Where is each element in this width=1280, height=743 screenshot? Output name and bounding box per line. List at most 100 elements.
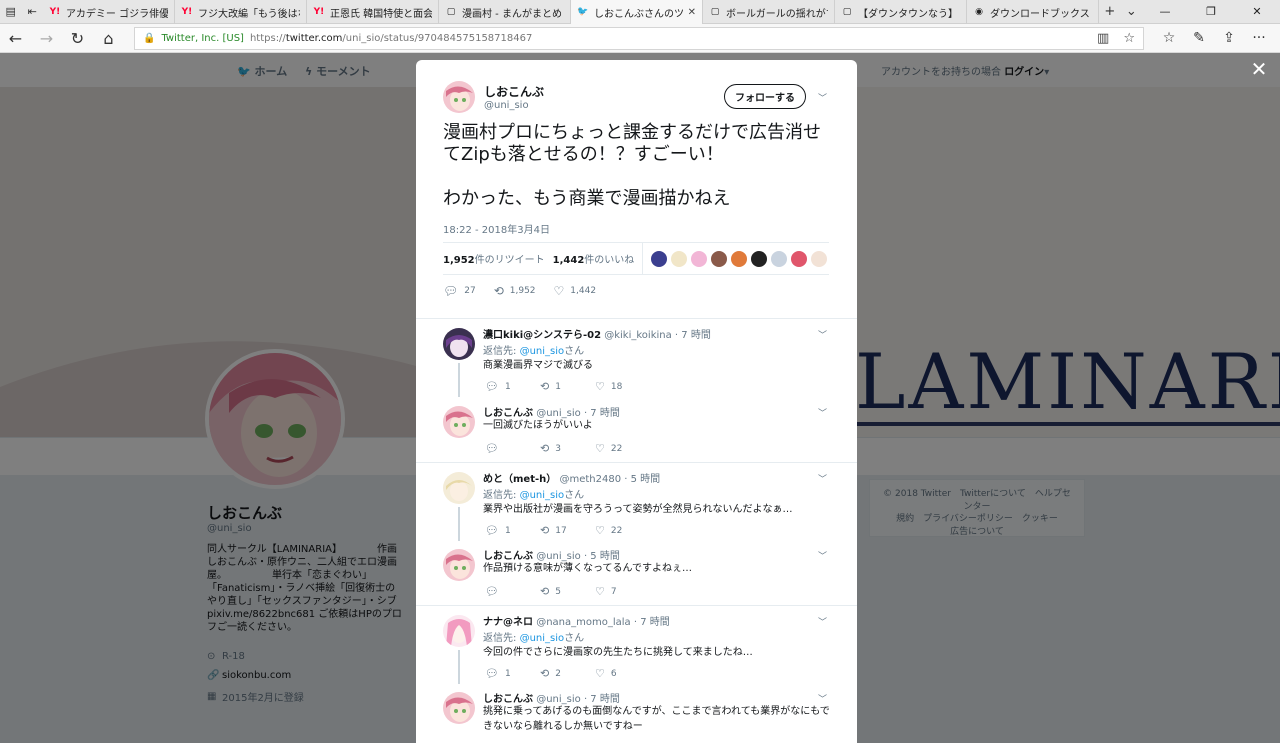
reply-author-name[interactable]: ナナ@ネロ — [483, 617, 533, 628]
reply-author-handle[interactable]: @nana_momo_lala — [536, 617, 630, 628]
chevron-down-icon[interactable]: ﹀ — [818, 615, 827, 628]
reply-action[interactable]: 💬︎ 1 — [485, 667, 540, 680]
heart-icon: ♡ — [595, 524, 605, 537]
reply-time[interactable]: · 7 時間 — [634, 617, 670, 628]
chevron-down-icon[interactable]: ﹀ — [818, 91, 827, 104]
follow-button[interactable]: フォローする — [724, 84, 806, 109]
tweet-timestamp[interactable]: 18:22 - 2018年3月4日 — [443, 221, 550, 236]
reply-action[interactable]: 💬︎ 1 — [485, 524, 540, 537]
browser-tab[interactable]: ▢ 漫画村 - まんがまとめ・無料コ — [439, 0, 571, 24]
tweet-author-name[interactable]: しおこんぶ — [484, 83, 544, 100]
like-action[interactable]: ♡ 6 — [595, 667, 650, 680]
reply-mention[interactable]: @uni_sio — [520, 346, 565, 357]
browser-tab[interactable]: Y! アカデミー ゴジラ俳優を追悼 | — [43, 0, 175, 24]
liker-avatar[interactable] — [691, 250, 708, 267]
reply-avatar[interactable] — [443, 549, 475, 581]
share-icon[interactable]: ⇪ — [1214, 30, 1244, 46]
liker-avatar[interactable] — [771, 250, 788, 267]
liker-avatar[interactable] — [651, 250, 668, 267]
close-window-icon[interactable]: ✕ — [1234, 0, 1280, 23]
reply-avatar[interactable] — [443, 406, 475, 438]
reply-icon: 💬︎ — [485, 585, 499, 598]
reply-time[interactable]: · 5 時間 — [624, 474, 660, 485]
reply-avatar[interactable] — [443, 328, 475, 360]
reply-tweet[interactable]: ナナ@ネロ @nana_momo_lala · 7 時間 ﹀ 返信先: @uni… — [416, 606, 857, 686]
retweet-action[interactable]: ⟲ 5 — [540, 585, 595, 598]
reply-author-name[interactable]: 濃口kiki@シンステら-02 — [483, 330, 601, 341]
like-stat[interactable]: 1,442件のいいね — [553, 251, 635, 266]
liker-avatar[interactable] — [731, 250, 748, 267]
reply-tweet[interactable]: しおこんぶ @uni_sio · 5 時間 ﹀ 作品預ける意味が薄くなってるんで… — [416, 543, 857, 605]
chevron-down-icon[interactable]: ⌄ — [1121, 0, 1142, 23]
forward-icon[interactable]: → — [31, 24, 62, 53]
favorite-star-icon[interactable]: ☆ — [1123, 31, 1135, 46]
page-favicon-icon: ◉ — [975, 7, 983, 17]
reply-action[interactable]: 💬︎ 1 — [485, 380, 540, 393]
browser-tab[interactable]: ◉ ダウンロードブックス | 同人誌な — [967, 0, 1100, 24]
tab-preview-icon[interactable]: ▤ — [0, 0, 21, 23]
reply-action[interactable]: 💬︎ — [485, 585, 540, 598]
browser-tab[interactable]: ▢ ボールガールの揺れがすごい【ブ — [703, 0, 836, 24]
retweet-action[interactable]: ⟲ 1,952 — [494, 284, 536, 298]
reading-view-icon[interactable]: ▥ — [1097, 31, 1109, 46]
reply-mention[interactable]: @uni_sio — [520, 633, 565, 644]
tweet-author-handle[interactable]: @uni_sio — [484, 100, 529, 111]
reply-tweet[interactable]: しおこんぶ @uni_sio · 7 時間 ﹀ 挑発に乗ってあげるのも面倒なんで… — [416, 686, 857, 743]
browser-tab-active[interactable]: 🐦 しおこんぶさんのツイート: " ✕ — [571, 0, 704, 24]
browser-tab[interactable]: Y! 正恩氏 韓国特使と面会決定 — [307, 0, 439, 24]
liker-avatar[interactable] — [711, 250, 728, 267]
retweet-count: 1,952 — [509, 286, 536, 296]
retweet-action[interactable]: ⟲ 1 — [540, 380, 595, 393]
home-icon[interactable]: ⌂ — [93, 24, 124, 53]
like-action[interactable]: ♡ 7 — [595, 585, 650, 598]
liker-avatar[interactable] — [751, 250, 768, 267]
more-icon[interactable]: ··· — [1244, 30, 1274, 46]
retweet-action[interactable]: ⟲ 17 — [540, 524, 595, 537]
chevron-down-icon[interactable]: ﹀ — [818, 472, 827, 485]
like-action[interactable]: ♡ 18 — [595, 380, 650, 393]
reply-mention[interactable]: @uni_sio — [520, 490, 565, 501]
back-icon[interactable]: ← — [0, 24, 31, 53]
new-tab-icon[interactable]: + — [1099, 0, 1120, 23]
favorites-hub-icon[interactable]: ☆ — [1154, 30, 1184, 46]
like-action[interactable]: ♡ 22 — [595, 442, 650, 455]
address-bar[interactable]: 🔒 Twitter, Inc. [US] https://twitter.com… — [134, 26, 1144, 50]
tweet-text: 漫画村プロにちょっと課金するだけで広告消せてZipも落とせるの！？すごーい！ わ… — [443, 122, 833, 232]
reply-tweet[interactable]: 濃口kiki@シンステら-02 @kiki_koikina · 7 時間 ﹀ 返… — [416, 319, 857, 400]
refresh-icon[interactable]: ↻ — [62, 24, 93, 53]
chevron-down-icon[interactable]: ﹀ — [818, 328, 827, 341]
reply-time[interactable]: · 7 時間 — [675, 330, 711, 341]
reply-action[interactable]: 💬︎ — [485, 442, 540, 455]
reply-author-name[interactable]: めと（met-h） — [483, 474, 556, 485]
like-count: 22 — [610, 443, 623, 454]
reply-action[interactable]: 💬︎ 27 — [443, 284, 476, 298]
tweet-author-avatar[interactable] — [443, 81, 475, 113]
web-note-icon[interactable]: ✎ — [1184, 30, 1214, 46]
avatar-art — [443, 406, 475, 438]
retweet-icon: ⟲ — [540, 524, 550, 537]
like-action[interactable]: ♡ 22 — [595, 524, 650, 537]
close-tab-icon[interactable]: ✕ — [688, 7, 696, 18]
reply-author-handle[interactable]: @meth2480 — [559, 474, 621, 485]
like-action[interactable]: ♡ 1,442 — [554, 284, 597, 298]
reply-author-handle[interactable]: @kiki_koikina — [604, 330, 672, 341]
liker-avatar[interactable] — [791, 250, 808, 267]
browser-tab[interactable]: Y! フジ大改編「もう後はない」| — [175, 0, 307, 24]
retweet-action[interactable]: ⟲ 2 — [540, 667, 595, 680]
retweet-action[interactable]: ⟲ 3 — [540, 442, 595, 455]
reply-avatar[interactable] — [443, 692, 475, 724]
restore-icon[interactable]: ❐ — [1188, 0, 1234, 23]
browser-tab[interactable]: ▢ 【ダウンタウンなう】 HIKAKIN — [835, 0, 968, 24]
liker-avatar[interactable] — [811, 250, 828, 267]
minimize-icon[interactable]: — — [1142, 0, 1188, 23]
close-modal-icon[interactable]: ✕ — [1248, 57, 1270, 81]
reply-avatar[interactable] — [443, 615, 475, 647]
reply-avatar[interactable] — [443, 472, 475, 504]
retweet-stat-label: 件のリツイート — [474, 255, 545, 266]
retweet-stat[interactable]: 1,952件のリツイート — [443, 251, 545, 266]
set-aside-tabs-icon[interactable]: ⇤ — [21, 0, 42, 23]
tweet-text-line2: わかった、もう商業で漫画描かねえ — [443, 188, 731, 209]
liker-avatar[interactable] — [671, 250, 688, 267]
reply-tweet[interactable]: めと（met-h） @meth2480 · 5 時間 ﹀ 返信先: @uni_s… — [416, 463, 857, 543]
reply-tweet[interactable]: しおこんぶ @uni_sio · 7 時間 ﹀ 一回滅びたほうがいいよ 💬︎ ⟲… — [416, 400, 857, 462]
